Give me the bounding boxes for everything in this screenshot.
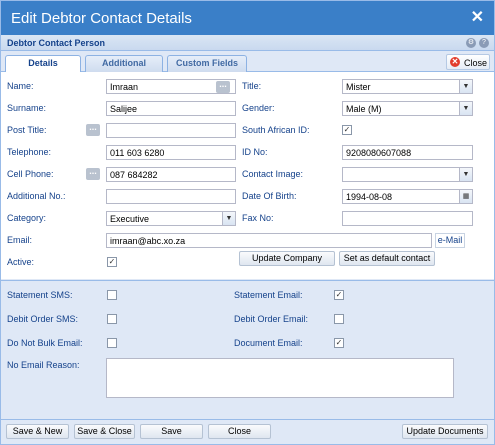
fax-no-field[interactable]	[342, 211, 473, 226]
chevron-down-icon[interactable]: ▼	[222, 212, 235, 225]
surname-field[interactable]: Salijee	[106, 101, 236, 116]
panel-title: Debtor Contact Person	[7, 38, 106, 48]
post-title-label: Post Title:	[7, 125, 47, 135]
email-settings-section: Statement SMS: Debit Order SMS: Do Not B…	[1, 280, 494, 418]
email-value: imraan@abc.xo.za	[110, 236, 186, 246]
surname-label: Surname:	[7, 103, 47, 113]
calendar-icon[interactable]: ▦	[459, 190, 472, 203]
help-icon[interactable]: ?	[479, 38, 489, 48]
set-default-contact-button[interactable]: Set as default contact	[339, 251, 435, 266]
contact-image-select[interactable]: ▼	[342, 167, 473, 182]
surname-value: Salijee	[110, 104, 138, 114]
dialog-window: Edit Debtor Contact Details ✕ Debtor Con…	[0, 0, 495, 445]
cell-phone-value: 087 684282	[110, 170, 158, 180]
name-label: Name:	[7, 81, 34, 91]
chevron-down-icon[interactable]: ▼	[459, 80, 472, 93]
close-button[interactable]: ✕ Close	[446, 54, 490, 70]
debit-order-sms-label: Debit Order SMS:	[7, 314, 79, 324]
statement-sms-label: Statement SMS:	[7, 290, 73, 300]
statement-sms-checkbox[interactable]	[107, 290, 117, 300]
title-value: Mister	[346, 82, 371, 92]
footer-close-button[interactable]: Close	[208, 424, 271, 439]
tab-additional[interactable]: Additional	[85, 55, 163, 72]
category-select[interactable]: Executive ▼	[106, 211, 236, 226]
close-button-label: Close	[464, 58, 488, 68]
update-documents-button[interactable]: Update Documents	[402, 424, 488, 439]
category-value: Executive	[110, 214, 150, 224]
chevron-down-icon[interactable]: ▼	[459, 102, 472, 115]
statement-email-label: Statement Email:	[234, 290, 303, 300]
category-label: Category:	[7, 213, 47, 223]
do-not-bulk-email-checkbox[interactable]	[107, 338, 117, 348]
title-label: Title:	[242, 81, 262, 91]
contact-image-label: Contact Image:	[242, 169, 304, 179]
document-email-label: Document Email:	[234, 338, 303, 348]
tab-custom-fields[interactable]: Custom Fields	[167, 55, 247, 72]
cell-phone-lookup-button[interactable]: ...	[86, 167, 100, 180]
chevron-down-icon[interactable]: ▼	[459, 168, 472, 181]
id-no-value: 9208080607088	[346, 148, 412, 158]
details-form: Name: Imraan ... Surname: Salijee Post T…	[1, 72, 494, 279]
no-email-reason-textarea[interactable]	[106, 358, 454, 398]
footer-toolbar: Save & New Save & Close Save Close Updat…	[1, 419, 494, 444]
document-email-checkbox[interactable]: ✓	[334, 338, 344, 348]
date-of-birth-value: 1994-08-08	[346, 192, 393, 202]
save-and-close-button[interactable]: Save & Close	[74, 424, 135, 439]
telephone-label: Telephone:	[7, 147, 52, 157]
email-field[interactable]: imraan@abc.xo.za	[106, 233, 432, 248]
fax-no-label: Fax No:	[242, 213, 274, 223]
name-value: Imraan	[110, 82, 139, 92]
id-no-field[interactable]: 9208080607088	[342, 145, 473, 160]
save-button[interactable]: Save	[140, 424, 203, 439]
post-title-lookup-button[interactable]: ...	[86, 123, 100, 136]
gender-value: Male (M)	[346, 104, 382, 114]
title-bar[interactable]: Edit Debtor Contact Details ✕	[1, 1, 494, 35]
gear-icon[interactable]: ⚙	[466, 38, 476, 48]
telephone-value: 011 603 6280	[110, 148, 165, 158]
tab-details[interactable]: Details	[5, 55, 81, 73]
cell-phone-label: Cell Phone:	[7, 169, 54, 179]
additional-no-field[interactable]	[106, 189, 236, 204]
id-no-label: ID No:	[242, 147, 268, 157]
active-checkbox[interactable]: ✓	[107, 257, 117, 267]
tab-strip: Details Additional Custom Fields ✕ Close	[1, 52, 494, 73]
debit-order-email-checkbox[interactable]	[334, 314, 344, 324]
active-label: Active:	[7, 257, 35, 267]
window-title: Edit Debtor Contact Details	[11, 10, 192, 27]
south-african-id-label: South African ID:	[242, 125, 310, 135]
do-not-bulk-email-label: Do Not Bulk Email:	[7, 338, 83, 348]
no-email-reason-label: No Email Reason:	[7, 360, 80, 370]
post-title-field[interactable]	[106, 123, 236, 138]
name-lookup-button[interactable]: ...	[216, 80, 230, 93]
close-icon[interactable]: ✕	[471, 7, 484, 27]
gender-label: Gender:	[242, 103, 275, 113]
cell-phone-field[interactable]: 087 684282	[106, 167, 236, 182]
telephone-field[interactable]: 011 603 6280	[106, 145, 236, 160]
gender-select[interactable]: Male (M) ▼	[342, 101, 473, 116]
south-african-id-checkbox[interactable]: ✓	[342, 125, 352, 135]
email-link-button[interactable]: e-Mail	[435, 233, 465, 248]
debit-order-email-label: Debit Order Email:	[234, 314, 309, 324]
statement-email-checkbox[interactable]: ✓	[334, 290, 344, 300]
close-circle-icon: ✕	[450, 57, 460, 67]
debit-order-sms-checkbox[interactable]	[107, 314, 117, 324]
save-and-new-button[interactable]: Save & New	[6, 424, 69, 439]
panel-header: Debtor Contact Person ⚙ ?	[1, 35, 494, 51]
date-of-birth-label: Date Of Birth:	[242, 191, 297, 201]
update-company-button[interactable]: Update Company	[239, 251, 335, 266]
email-label: Email:	[7, 235, 33, 245]
title-select[interactable]: Mister ▼	[342, 79, 473, 94]
additional-no-label: Additional No.:	[7, 191, 66, 201]
date-of-birth-field[interactable]: 1994-08-08 ▦	[342, 189, 473, 204]
